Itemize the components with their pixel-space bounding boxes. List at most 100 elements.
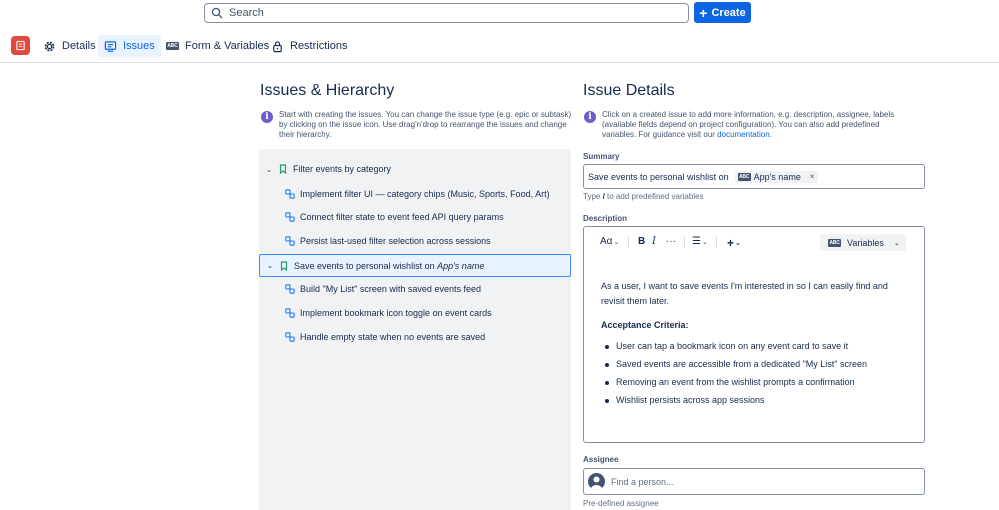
tab-issues[interactable]: Issues [98,35,161,57]
tree-row-epic[interactable]: ⌄ Filter events by category [259,158,571,180]
top-bar: Search + Create [0,0,999,26]
bold-button[interactable]: B [638,236,645,247]
app-logo-icon [11,36,30,55]
chevron-down-icon: ⌄ [735,240,741,247]
gear-icon [44,41,55,51]
description-label: Description [583,214,628,223]
tab-form-variables-label: Form & Variables [185,40,270,52]
tree-row-label: Implement bookmark icon toggle on event … [300,308,492,318]
description-content[interactable]: As a user, I want to save events I'm int… [601,279,911,411]
summary-label: Summary [583,152,620,161]
tab-restrictions[interactable]: Restrictions [265,35,353,57]
epic-bookmark-icon[interactable] [279,260,289,271]
subtask-icon[interactable] [285,236,295,246]
subtask-icon[interactable] [285,308,295,318]
chevron-down-icon: ⌄ [613,238,620,246]
abc-icon: ABC [166,42,179,50]
tree-row-variable: App's name [437,260,485,271]
epic-bookmark-icon[interactable] [278,164,288,174]
variable-chip-label: App's name [753,171,801,182]
details-info-text: Click on a created issue to add more inf… [602,110,904,140]
abc-icon: ABC [737,172,751,181]
tree-row-subtask[interactable]: Implement bookmark icon toggle on event … [259,302,571,324]
create-button[interactable]: + Create [694,2,751,23]
issue-tree: ⌄ Filter events by category Implement fi… [259,149,571,510]
remove-chip-icon[interactable]: × [810,172,815,181]
tree-row-label: Implement filter UI — category chips (Mu… [300,189,550,199]
acceptance-criteria-list: User can tap a bookmark icon on any even… [601,339,911,408]
avatar-icon [588,473,605,490]
tab-form-variables[interactable]: ABC Form & Variables [160,35,275,57]
summary-input[interactable]: Save events to personal wishlist on ABC … [583,164,925,189]
tree-row-epic-selected[interactable]: ⌄ Save events to personal wishlist on Ap… [259,254,571,277]
info-icon: i [261,111,273,123]
tree-row-label: Persist last-used filter selection acros… [300,236,491,246]
tree-row-label: Build "My List" screen with saved events… [300,284,481,294]
info-icon: i [584,111,596,123]
tree-row-label: Filter events by category [293,164,392,174]
subtask-icon[interactable] [285,212,295,222]
list-item: Wishlist persists across app sessions [601,393,911,408]
abc-icon: ABC [828,238,841,247]
tree-row-subtask[interactable]: Implement filter UI — category chips (Mu… [259,183,571,205]
assignee-label: Assignee [583,455,619,464]
tab-restrictions-label: Restrictions [290,40,348,52]
tab-details[interactable]: Details [37,35,102,57]
search-placeholder: Search [229,7,264,19]
subtask-icon[interactable] [285,189,295,199]
list-button[interactable]: ☰ ⌄ [692,236,708,247]
issues-hierarchy-title: Issues & Hierarchy [260,82,395,99]
create-button-label: Create [711,6,746,19]
summary-value: Save events to personal wishlist on [588,171,729,182]
editor-toolbar: Aα ⌄ B I ··· ☰ ⌄ + ⌄ ABC Variables ⌄ [584,227,924,257]
assignee-placeholder: Find a person... [611,476,674,487]
details-info-end: . [769,130,772,139]
subtask-icon[interactable] [285,332,295,342]
summary-hint: Type / to add predefined variables [583,192,704,201]
search-input[interactable]: Search [204,3,689,23]
list-item: Removing an event from the wishlist prom… [601,375,911,390]
tree-row-label: Handle empty state when no events are sa… [300,332,486,342]
subtask-icon[interactable] [285,284,295,294]
chevron-down-icon[interactable]: ⌄ [264,165,274,174]
tree-row-subtask[interactable]: Persist last-used filter selection acros… [259,230,571,252]
text-style-icon: Aα [600,236,613,247]
tab-details-label: Details [62,40,96,52]
chevron-down-icon: ⌄ [701,238,708,246]
documentation-link[interactable]: documentation [717,130,769,139]
variable-chip[interactable]: ABC App's name × [734,170,818,183]
issues-info-text: Start with creating the issues. You can … [279,110,572,139]
assignee-hint: Pre-defined assignee [583,499,659,508]
plus-icon: + [727,236,735,250]
hint-post: to add predefined variables [604,192,704,201]
list-item: User can tap a bookmark icon on any even… [601,339,911,354]
tree-row-label: Save events to personal wishlist on App'… [294,261,484,271]
tab-bar: Details Issues ABC Form & Variables Rest… [0,30,999,63]
italic-button[interactable]: I [652,236,656,247]
details-info: i Click on a created issue to add more i… [584,110,904,140]
toolbar-divider [716,236,717,248]
toolbar-divider [628,236,629,248]
text-style-button[interactable]: Aα ⌄ [600,236,619,247]
toolbar-divider [684,236,685,248]
tree-row-label-text: Save events to personal wishlist on [294,260,438,271]
list-item: Saved events are accessible from a dedic… [601,357,911,372]
tree-row-subtask[interactable]: Handle empty state when no events are sa… [259,326,571,348]
tab-issues-label: Issues [123,40,155,52]
description-paragraph: As a user, I want to save events I'm int… [601,281,888,306]
insert-button[interactable]: + ⌄ [727,236,741,250]
search-icon [211,7,223,19]
description-editor[interactable]: Aα ⌄ B I ··· ☰ ⌄ + ⌄ ABC Variables ⌄ As a u… [583,226,925,443]
variables-button[interactable]: ABC Variables ⌄ [820,234,906,251]
hint-pre: Type [583,192,603,201]
bullet-list-icon: ☰ [692,236,701,247]
assignee-input[interactable]: Find a person... [583,468,925,495]
chevron-down-icon[interactable]: ⌄ [265,261,275,270]
tree-row-subtask[interactable]: Connect filter state to event feed API q… [259,206,571,228]
lock-icon [273,40,282,52]
plus-icon: + [699,4,708,21]
more-formatting-button[interactable]: ··· [666,236,676,247]
tree-row-subtask[interactable]: Build "My List" screen with saved events… [259,278,571,300]
variables-button-label: Variables [847,237,884,248]
chevron-down-icon: ⌄ [893,239,900,247]
